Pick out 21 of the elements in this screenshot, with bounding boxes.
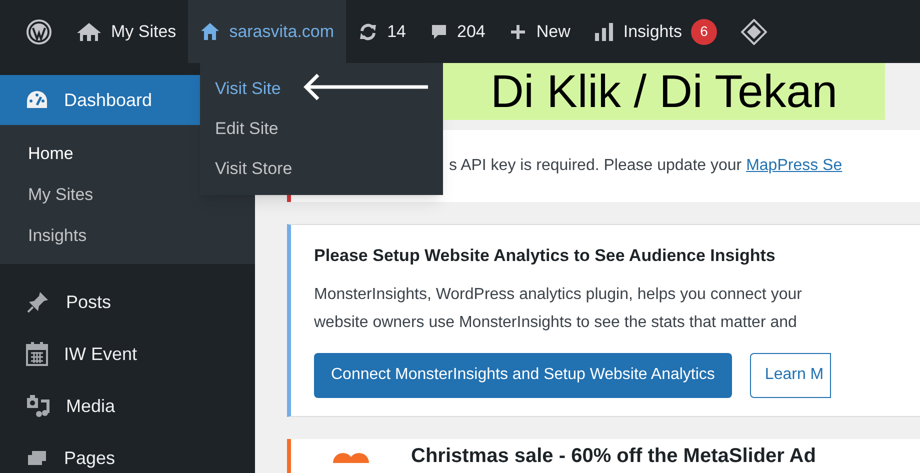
sidebar-item[interactable]: Pages: [0, 432, 255, 473]
admin-bar-item[interactable]: 204: [418, 0, 498, 63]
admin-bar-item[interactable]: 14: [346, 0, 418, 63]
notice-text: MonsterInsights, WordPress analytics plugin, helps you connect your website owners use MonsterInsights to see the stats that matter and: [314, 284, 803, 332]
notice-title: Please Setup Website Analytics to See Audience Insights: [314, 245, 776, 267]
sidebar-item[interactable]: Posts: [0, 276, 255, 328]
dropdown-item[interactable]: Visit Store: [200, 149, 296, 189]
admin-bar-item[interactable]: New: [497, 0, 582, 63]
sidebar-item[interactable]: IW Event: [0, 328, 255, 380]
notice-text: s API key is required. Please update your MapPress Se: [449, 156, 842, 176]
admin-bar-item[interactable]: sarasvita.com: [188, 0, 346, 63]
connect-button[interactable]: Connect MonsterInsights and Setup Website Analytics: [314, 352, 732, 398]
count-badge: 6: [690, 18, 717, 44]
notice-title: Christmas sale - 60% off the MetaSlider Ad: [411, 444, 816, 468]
learn-more-button[interactable]: Learn M: [750, 352, 831, 398]
sidebar-item[interactable]: Media: [0, 380, 255, 432]
admin-bar-item[interactable]: Insights 6: [582, 0, 729, 63]
annotation-label: Di Klik / Di Tekan: [443, 63, 885, 120]
settings-link[interactable]: MapPress Se: [746, 157, 842, 174]
admin-bar-item[interactable]: My Sites: [64, 0, 188, 63]
submenu-item[interactable]: Insights: [0, 215, 255, 256]
